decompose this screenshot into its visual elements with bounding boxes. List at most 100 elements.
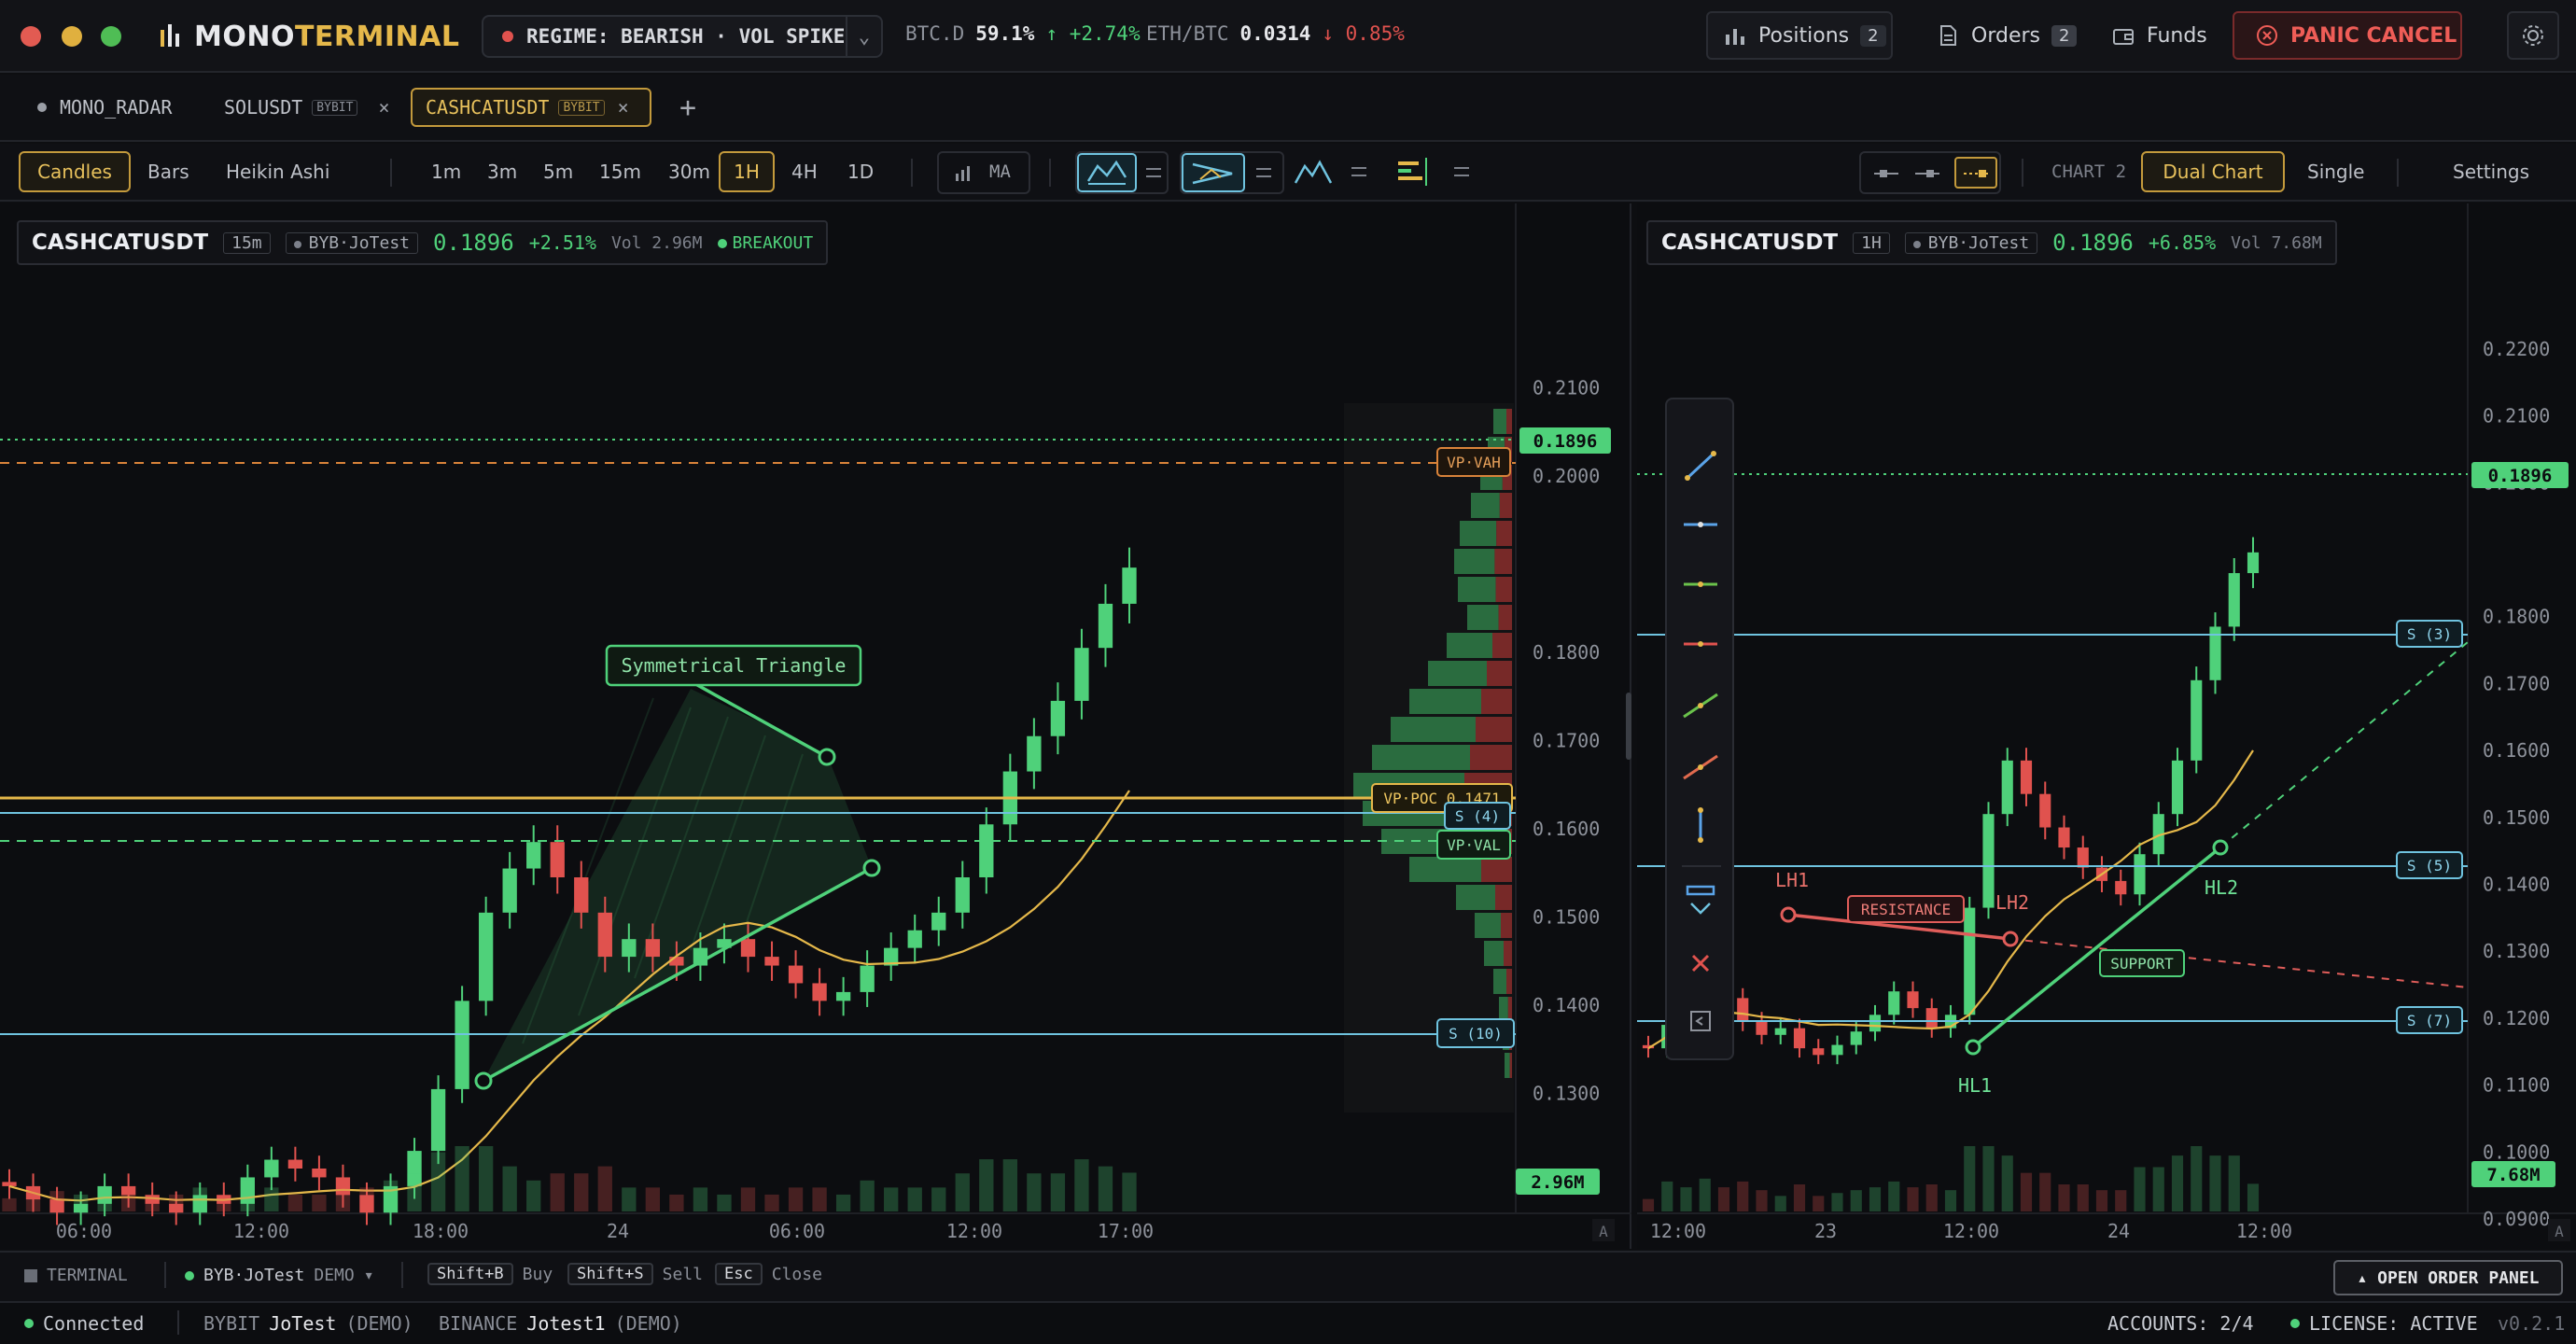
pivot-point[interactable] xyxy=(862,859,881,877)
right-chart-canvas[interactable]: LH1 LH2 HL1 HL2 RESISTANCE SUPPORT 0.220… xyxy=(1637,203,2576,1249)
uptrend-tool-icon[interactable] xyxy=(1683,693,1718,719)
settings-gear-button[interactable] xyxy=(2507,11,2559,60)
collapse-palette-icon[interactable] xyxy=(1690,1011,1711,1031)
positions-button[interactable]: Positions 2 xyxy=(1706,11,1893,60)
volume-bar xyxy=(1756,1190,1768,1211)
pivot-point[interactable] xyxy=(1965,1039,1981,1056)
left-chart-pane[interactable]: Symmetrical Triangle 0.2100 0.2000 0.1800 0… xyxy=(0,203,1631,1249)
tab-solusdt[interactable]: SOLUSDT BYBIT × xyxy=(211,88,402,127)
layout-left-icon[interactable] xyxy=(1872,164,1900,183)
breakout-label: BREAKOUT xyxy=(732,232,814,253)
add-tab-button[interactable]: + xyxy=(666,88,709,127)
toolbar-divider xyxy=(911,159,913,187)
price-tick: 0.1800 xyxy=(1533,641,1600,664)
account-2-status[interactable]: BINANCE Jotest1 (DEMO) xyxy=(439,1312,682,1335)
volume-bar xyxy=(25,1191,41,1211)
volume-bar xyxy=(2001,1155,2013,1211)
candle xyxy=(2001,748,2013,827)
funds-button[interactable]: Funds xyxy=(2100,11,2214,60)
window-close-button[interactable] xyxy=(21,26,41,47)
close-tab-icon[interactable]: × xyxy=(618,96,629,119)
candle xyxy=(812,968,827,1016)
timeframe-1m[interactable]: 1m xyxy=(418,151,474,192)
pivot-point[interactable] xyxy=(2212,839,2229,856)
candle xyxy=(2191,666,2203,774)
chart-type-bars[interactable]: Bars xyxy=(134,151,203,192)
window-minimize-button[interactable] xyxy=(62,26,82,47)
timeframe-1d[interactable]: 1D xyxy=(834,151,887,192)
account-1-status[interactable]: BYBIT JoTest (DEMO) xyxy=(203,1312,413,1335)
left-chart-canvas[interactable]: Symmetrical Triangle 0.21000.20000.18000… xyxy=(0,203,1631,1249)
volume-bar xyxy=(717,1194,732,1211)
timeframe-4h[interactable]: 4H xyxy=(778,151,831,192)
terminal-toggle[interactable]: TERMINAL xyxy=(24,1266,128,1285)
tab-mono-radar[interactable]: MONO_RADAR xyxy=(24,88,185,127)
orders-count: 2 xyxy=(2051,24,2078,47)
tab-cashcatusdt[interactable]: CASHCATUSDT BYBIT × xyxy=(411,88,651,127)
volume-profile-bar xyxy=(1506,409,1512,434)
vertical-range-tool-icon[interactable] xyxy=(1698,807,1703,843)
layout-center-icon[interactable] xyxy=(1913,164,1941,183)
trendline-tool-icon[interactable] xyxy=(1685,451,1716,481)
last-price-value: 0.1896 xyxy=(1533,431,1598,452)
layout-toggle-group xyxy=(1859,151,2001,194)
license-dot-icon xyxy=(2290,1319,2300,1328)
sliders-icon[interactable] xyxy=(1452,162,1471,181)
sliders-icon[interactable] xyxy=(1254,163,1273,182)
document-icon xyxy=(1940,25,1956,46)
timeframe-3m[interactable]: 3m xyxy=(474,151,530,192)
resistance-line-tool-icon[interactable] xyxy=(1684,641,1717,647)
bottom-divider xyxy=(401,1262,403,1288)
volume-bar xyxy=(1982,1146,1995,1211)
pivot-point[interactable] xyxy=(474,1071,493,1090)
sliders-icon[interactable] xyxy=(1350,162,1368,181)
chart-type-candles[interactable]: Candles xyxy=(19,151,131,192)
price-tick: 0.1800 xyxy=(2483,606,2550,628)
timeframe-5m[interactable]: 5m xyxy=(530,151,586,192)
candle xyxy=(478,896,494,1016)
symbol-label: CASHCATUSDT xyxy=(32,231,209,255)
layout-right-button[interactable] xyxy=(1954,157,1997,189)
chevron-down-icon[interactable]: ⌄ xyxy=(846,17,881,56)
open-order-panel-button[interactable]: ▴ OPEN ORDER PANEL xyxy=(2333,1260,2563,1295)
ma-indicator-button[interactable]: MA xyxy=(937,151,1030,194)
candle xyxy=(2209,612,2221,694)
close-tab-icon[interactable]: × xyxy=(378,96,389,119)
sliders-icon[interactable] xyxy=(1144,163,1163,182)
tab-label: CASHCATUSDT xyxy=(426,96,550,119)
mountain-wave-icon[interactable] xyxy=(1294,159,1335,187)
pattern-detect-button[interactable] xyxy=(1077,153,1137,192)
pane-resize-handle[interactable] xyxy=(1626,693,1631,760)
orders-button[interactable]: Orders 2 xyxy=(1923,11,2094,60)
magnet-snap-icon[interactable] xyxy=(1686,885,1715,915)
dual-chart-button[interactable]: Dual Chart xyxy=(2141,151,2285,192)
pivot-point[interactable] xyxy=(2002,931,2019,947)
chart-type-heikin-ashi[interactable]: Heikin Ashi xyxy=(213,151,343,192)
volume-bar xyxy=(788,1187,804,1211)
panic-cancel-button[interactable]: PANIC CANCEL xyxy=(2233,11,2462,60)
support-line-tool-icon[interactable] xyxy=(1684,581,1717,587)
triangle-detect-button[interactable] xyxy=(1182,153,1245,192)
delete-drawings-icon[interactable] xyxy=(1691,954,1710,973)
volume-bar xyxy=(2,1197,17,1211)
window-maximize-button[interactable] xyxy=(101,26,121,47)
settings-button[interactable]: Settings xyxy=(2440,151,2542,192)
pivot-point[interactable] xyxy=(818,748,836,766)
exchange-badge: BYBIT xyxy=(558,99,605,116)
regime-selector[interactable]: REGIME: BEARISH · VOL SPIKE ⌄ xyxy=(482,15,883,58)
right-chart-pane[interactable]: LH1 LH2 HL1 HL2 RESISTANCE SUPPORT 0.220… xyxy=(1637,203,2576,1249)
account-selector[interactable]: BYB·JoTest DEMO ▾ xyxy=(185,1266,374,1285)
volume-profile-icon[interactable] xyxy=(1394,158,1432,188)
volume-bar xyxy=(1964,1146,1976,1211)
timeframe-15m[interactable]: 15m xyxy=(586,151,654,192)
timeframe-1h[interactable]: 1H xyxy=(719,151,775,192)
price-tick: 0.1200 xyxy=(2483,1007,2550,1029)
pivot-point[interactable] xyxy=(1780,906,1797,923)
horizontal-line-tool-icon[interactable] xyxy=(1684,522,1717,527)
timeframe-30m[interactable]: 30m xyxy=(655,151,723,192)
downtrend-tool-icon[interactable] xyxy=(1683,754,1718,780)
single-chart-button[interactable]: Single xyxy=(2294,151,2377,192)
support-extension xyxy=(2219,641,2469,848)
right-chart-header: CASHCATUSDT 1H BYB·JoTest 0.1896 +6.85% … xyxy=(1646,220,2337,265)
price-tick: 0.1000 xyxy=(2483,1141,2550,1163)
